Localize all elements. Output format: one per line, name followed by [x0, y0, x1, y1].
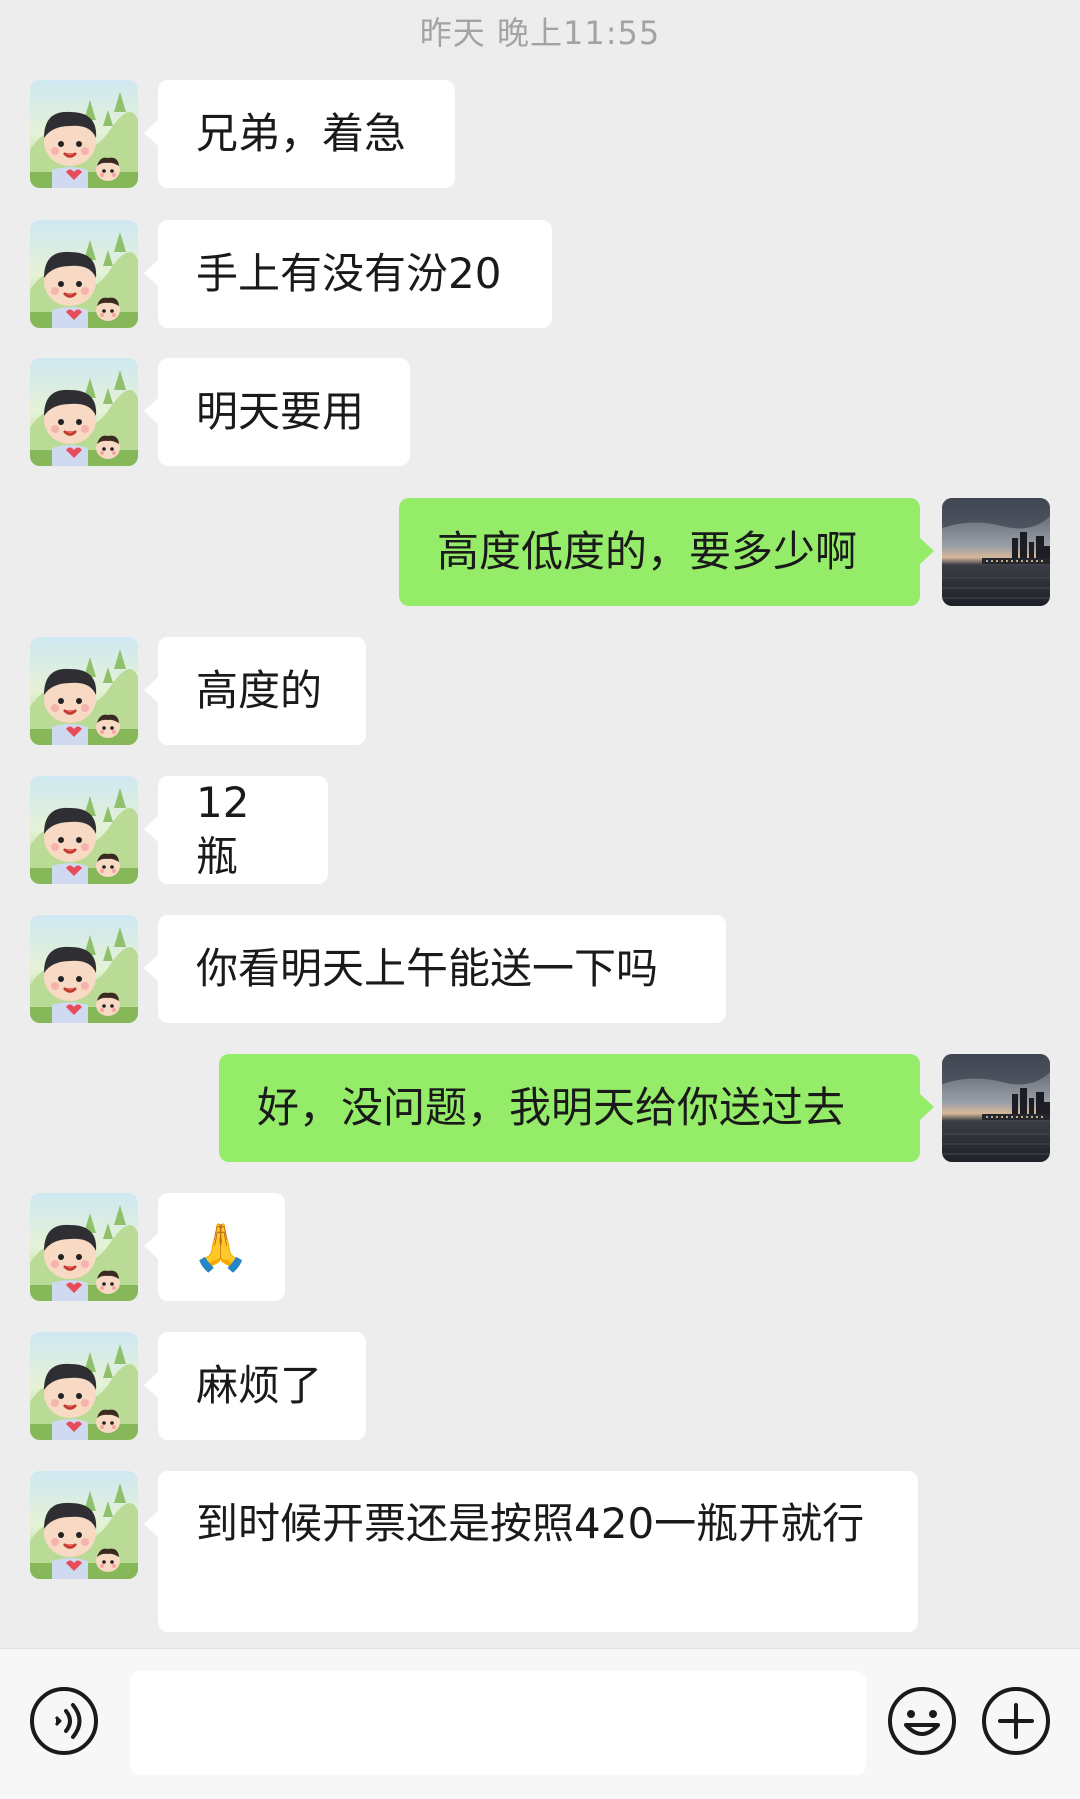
city-dusk-avatar-icon [942, 1054, 1050, 1162]
cartoon-avatar-icon [30, 776, 138, 884]
more-options-button[interactable] [980, 1685, 1052, 1757]
plus-icon [982, 1687, 1050, 1755]
voice-button[interactable] [28, 1685, 100, 1757]
contact-avatar[interactable] [30, 358, 138, 466]
city-dusk-avatar-icon [942, 498, 1050, 606]
cartoon-avatar-icon [30, 220, 138, 328]
outgoing-message-bubble[interactable]: 高度低度的，要多少啊 [399, 498, 934, 606]
contact-avatar[interactable] [30, 1332, 138, 1440]
incoming-message-bubble[interactable]: 手上有没有汾20 [144, 220, 552, 328]
incoming-message-bubble[interactable]: 12瓶 [144, 776, 328, 884]
message-timestamp: 昨天 晚上11:55 [419, 14, 661, 52]
emoji-icon [888, 1687, 956, 1755]
cartoon-avatar-icon [30, 1471, 138, 1579]
cartoon-avatar-icon [30, 358, 138, 466]
contact-avatar[interactable] [30, 776, 138, 884]
chat-input-bar [0, 1648, 1080, 1799]
incoming-message-bubble[interactable]: 麻烦了 [144, 1332, 366, 1440]
voice-icon [30, 1687, 98, 1755]
incoming-message-bubble[interactable]: 明天要用 [144, 358, 410, 466]
contact-avatar[interactable] [30, 80, 138, 188]
cartoon-avatar-icon [30, 1332, 138, 1440]
emoji-button[interactable] [886, 1685, 958, 1757]
cartoon-avatar-icon [30, 637, 138, 745]
incoming-message-bubble[interactable]: 你看明天上午能送一下吗 [144, 915, 726, 1023]
incoming-message-bubble[interactable]: 🙏 [144, 1193, 285, 1301]
pray-hands-icon: 🙏 [192, 1220, 250, 1274]
contact-avatar[interactable] [30, 637, 138, 745]
cartoon-avatar-icon [30, 1193, 138, 1301]
incoming-message-bubble[interactable]: 兄弟，着急 [144, 80, 455, 188]
my-avatar[interactable] [942, 498, 1050, 606]
outgoing-message-bubble[interactable]: 好，没问题，我明天给你送过去 [219, 1054, 934, 1162]
message-input[interactable] [130, 1671, 866, 1775]
cartoon-avatar-icon [30, 915, 138, 1023]
cartoon-avatar-icon [30, 80, 138, 188]
contact-avatar[interactable] [30, 1471, 138, 1579]
my-avatar[interactable] [942, 1054, 1050, 1162]
contact-avatar[interactable] [30, 915, 138, 1023]
incoming-message-bubble[interactable]: 高度的 [144, 637, 366, 745]
incoming-message-bubble[interactable]: 到时候开票还是按照420一瓶开就行 [144, 1471, 918, 1632]
contact-avatar[interactable] [30, 220, 138, 328]
contact-avatar[interactable] [30, 1193, 138, 1301]
